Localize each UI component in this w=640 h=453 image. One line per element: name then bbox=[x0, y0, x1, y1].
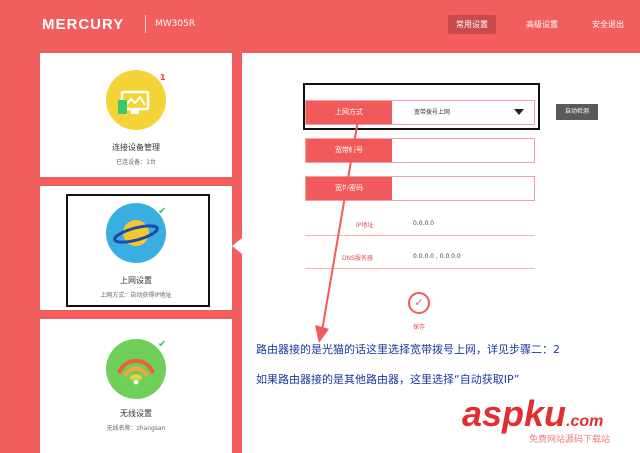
card-subtitle: 已连设备：1台 bbox=[116, 159, 156, 166]
device-manager-icon bbox=[106, 70, 166, 130]
device-count-badge: 1 bbox=[160, 73, 166, 82]
nav-common-settings[interactable]: 常用设置 bbox=[448, 15, 496, 34]
check-icon: ✔ bbox=[158, 339, 167, 350]
selection-pointer bbox=[232, 238, 242, 254]
brand-divider bbox=[145, 15, 146, 33]
card-title: 无线设置 bbox=[120, 409, 152, 418]
annotation-arrow bbox=[315, 119, 359, 343]
card-device-management[interactable]: 1 连接设备管理 已连设备：1台 bbox=[40, 53, 232, 177]
wifi-icon bbox=[106, 339, 166, 399]
watermark-logo: aspku.com bbox=[462, 393, 604, 434]
highlight-box bbox=[66, 194, 210, 307]
nav-advanced-settings[interactable]: 高级设置 bbox=[526, 19, 558, 30]
card-subtitle: 无线名称：zhangsan bbox=[106, 425, 166, 432]
top-bar: MERCURY MW305R 常用设置 高级设置 安全退出 bbox=[0, 0, 640, 50]
card-title: 连接设备管理 bbox=[112, 143, 160, 152]
nav-logout[interactable]: 安全退出 bbox=[592, 19, 624, 30]
brand-logo: MERCURY bbox=[42, 16, 125, 33]
annotation-line-2: 如果路由器接的是其他路由器，这里选择“自动获取IP” bbox=[256, 373, 520, 386]
annotation-line-1: 路由器接的是光猫的话这里选择宽带拨号上网，详见步骤二：2 bbox=[256, 343, 560, 356]
watermark-subtitle: 免费网站源码下载站 bbox=[529, 435, 611, 445]
model-name: MW305R bbox=[155, 19, 196, 29]
card-wireless-settings[interactable]: ✔ 无线设置 无线名称：zhangsan bbox=[40, 319, 232, 453]
